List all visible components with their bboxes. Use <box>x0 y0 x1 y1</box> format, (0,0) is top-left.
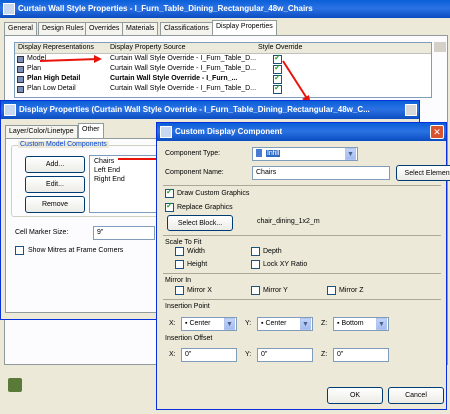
mirror-z-checkbox[interactable] <box>327 286 336 295</box>
ip-x-value: Center <box>189 320 211 327</box>
scale-to-fit-label: Scale To Fit <box>165 239 202 246</box>
lock-xy-label: Lock XY Ratio <box>263 261 308 268</box>
mirror-x-checkbox[interactable] <box>175 286 184 295</box>
draw-custom-graphics-label: Draw Custom Graphics <box>177 190 250 197</box>
width-checkbox[interactable] <box>175 247 184 256</box>
close-button[interactable]: ✕ <box>430 125 444 139</box>
dialog-icon <box>160 126 172 138</box>
ip-z-value: Bottom <box>341 320 364 327</box>
ip-y-value: Center <box>265 320 287 327</box>
component-name-label: Component Name: <box>165 169 224 176</box>
mirror-y-label: Mirror Y <box>263 287 288 294</box>
mirror-z-label: Mirror Z <box>339 287 364 294</box>
ok-button[interactable]: OK <box>327 387 383 404</box>
replace-graphics-label: Replace Graphics <box>177 204 233 211</box>
off-x-label: X: <box>169 351 176 358</box>
block-name: chair_dining_1x2_m <box>257 218 320 225</box>
select-element-button[interactable]: Select Element... <box>396 165 450 181</box>
chevron-down-icon[interactable]: ▼ <box>345 148 356 160</box>
ip-y-select[interactable]: ▪ Center ▼ <box>257 317 313 331</box>
off-y-label: Y: <box>245 351 252 358</box>
width-label: Width <box>187 248 205 255</box>
chevron-down-icon[interactable]: ▼ <box>224 318 235 330</box>
replace-graphics-checkbox[interactable] <box>165 201 174 212</box>
mirror-y-checkbox[interactable] <box>251 286 260 295</box>
component-type-label: Component Type: <box>165 150 221 157</box>
insertion-point-label: Insertion Point <box>165 303 210 310</box>
front-title: Custom Display Component <box>175 127 283 136</box>
ip-z-label: Z: <box>321 320 328 327</box>
chevron-down-icon[interactable]: ▼ <box>300 318 311 330</box>
height-label: Height <box>187 261 208 268</box>
component-type-select[interactable]: Infill ▼ <box>252 147 358 161</box>
offset-x-input[interactable]: 0" <box>181 348 237 362</box>
ip-x-label: X: <box>169 320 176 327</box>
infill-icon <box>256 149 262 158</box>
ip-z-select[interactable]: ▪ Bottom ▼ <box>333 317 389 331</box>
draw-custom-graphics-checkbox[interactable] <box>165 187 174 198</box>
off-z-label: Z: <box>321 351 328 358</box>
custom-display-component-dialog: Custom Display Component ✕ Component Typ… <box>156 122 450 410</box>
lock-xy-checkbox[interactable] <box>251 260 260 269</box>
mirror-x-label: Mirror X <box>187 287 212 294</box>
depth-label: Depth <box>263 248 282 255</box>
offset-y-input[interactable]: 0" <box>257 348 313 362</box>
component-name-input[interactable]: Chairs <box>252 166 390 180</box>
separator-4 <box>163 299 441 300</box>
mirror-in-label: Mirror In <box>165 277 192 284</box>
ip-y-label: Y: <box>245 320 252 327</box>
separator-3 <box>163 273 441 274</box>
component-type-value: Infill <box>265 150 281 157</box>
depth-checkbox[interactable] <box>251 247 260 256</box>
chevron-down-icon[interactable]: ▼ <box>376 318 387 330</box>
separator-2 <box>163 235 441 236</box>
separator-1 <box>163 185 441 186</box>
ip-x-select[interactable]: ▪ Center ▼ <box>181 317 237 331</box>
select-block-button[interactable]: Select Block... <box>167 215 233 231</box>
front-title-bar: Custom Display Component <box>157 123 446 141</box>
offset-z-input[interactable]: 0" <box>333 348 389 362</box>
insertion-offset-label: Insertion Offset <box>165 335 213 342</box>
cancel-button[interactable]: Cancel <box>388 387 444 404</box>
height-checkbox[interactable] <box>175 260 184 269</box>
